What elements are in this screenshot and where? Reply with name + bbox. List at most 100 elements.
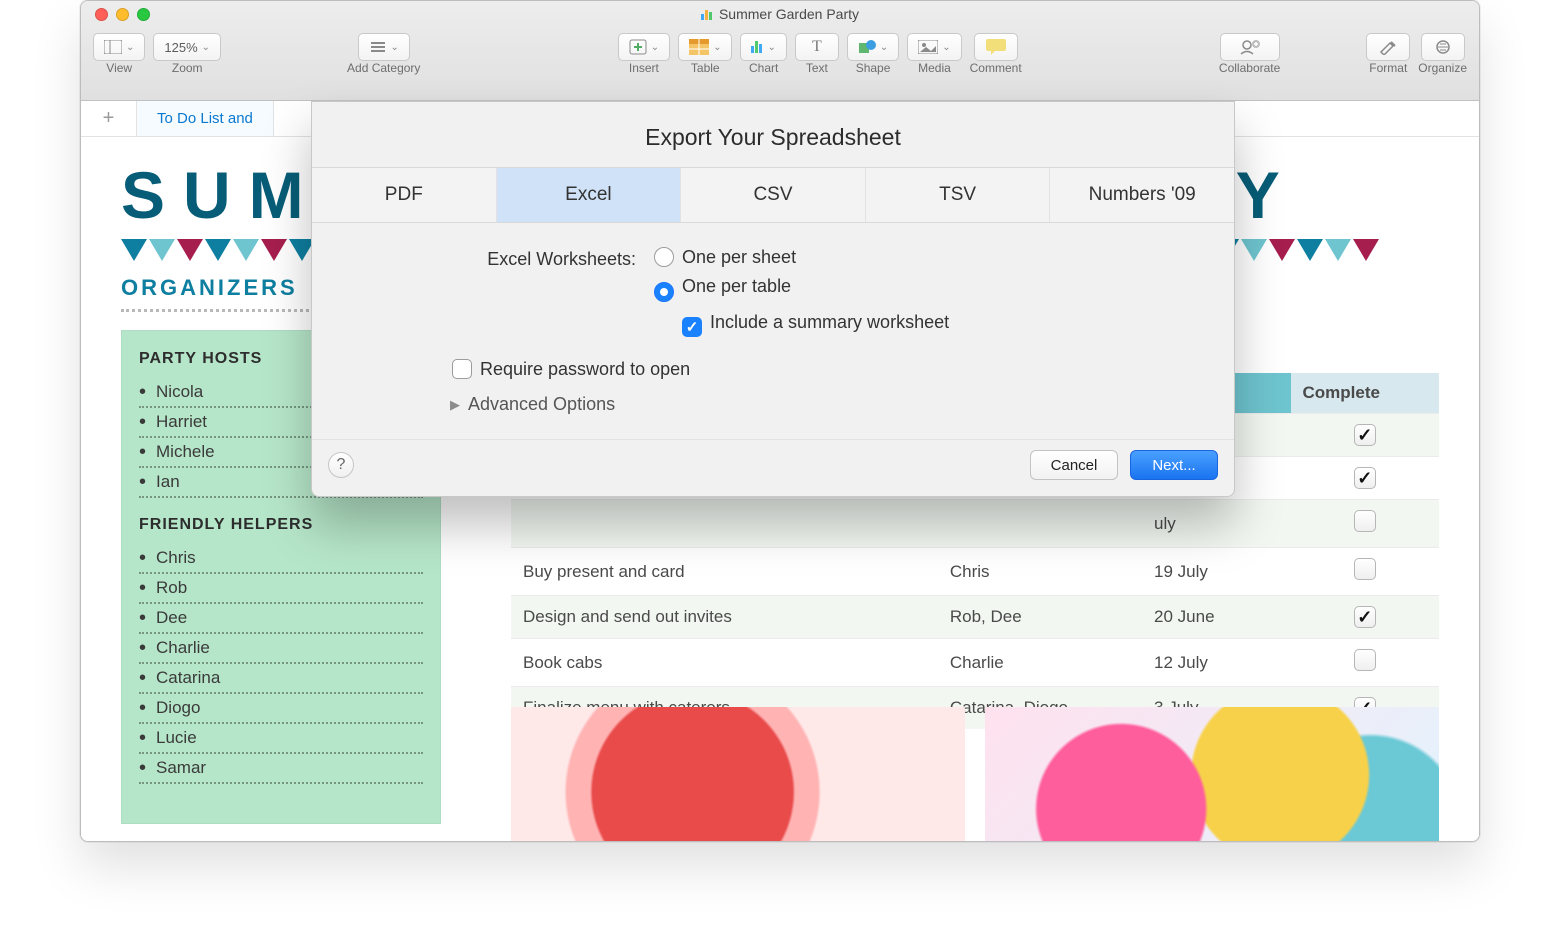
table-row[interactable]: uly [511, 500, 1439, 548]
radio-icon [654, 282, 674, 302]
add-sheet-button[interactable]: + [81, 101, 137, 136]
complete-checkbox[interactable] [1354, 649, 1376, 671]
text-button[interactable]: T [795, 33, 839, 61]
media-icon [918, 40, 938, 54]
table-row[interactable]: Design and send out invitesRob, Dee20 Ju… [511, 596, 1439, 639]
titlebar: Summer Garden Party ⌄ View 125% ⌄ [81, 1, 1479, 101]
bunting-flag [149, 239, 175, 261]
format-tab-excel[interactable]: Excel [497, 168, 682, 222]
radio-icon [654, 247, 674, 267]
format-tab-tsv[interactable]: TSV [866, 168, 1051, 222]
deadline-cell: uly [1142, 500, 1290, 548]
button-label: Next... [1152, 457, 1195, 474]
help-button[interactable]: ? [328, 452, 354, 478]
list-item: Chris [139, 544, 423, 574]
advanced-options-toggle[interactable]: ▶ Advanced Options [336, 380, 1210, 429]
who-cell: Chris [938, 548, 1142, 596]
collaborate-icon [1239, 39, 1261, 55]
image-row [511, 707, 1439, 842]
list-item: Diogo [139, 694, 423, 724]
sheet-tab[interactable]: To Do List and [137, 101, 274, 136]
list-icon [369, 40, 387, 54]
dialog-body: Excel Worksheets: One per sheet One per … [312, 223, 1234, 439]
comment-label: Comment [970, 61, 1022, 75]
next-button[interactable]: Next... [1130, 450, 1218, 480]
who-cell [938, 500, 1142, 548]
dialog-title: Export Your Spreadsheet [312, 102, 1234, 167]
format-label: Format [1369, 61, 1407, 75]
table-row[interactable]: Buy present and cardChris19 July [511, 548, 1439, 596]
format-tab-numbers09[interactable]: Numbers '09 [1050, 168, 1234, 222]
bunting-flag [1297, 239, 1323, 261]
format-button[interactable] [1366, 33, 1410, 61]
window-title: Summer Garden Party [81, 6, 1479, 22]
complete-checkbox[interactable] [1354, 606, 1376, 628]
deadline-cell: 12 July [1142, 639, 1290, 687]
format-tab-pdf[interactable]: PDF [312, 168, 497, 222]
comment-button[interactable] [974, 33, 1018, 61]
complete-checkbox[interactable] [1354, 467, 1376, 489]
password-checkbox[interactable]: Require password to open [336, 359, 1210, 380]
radio-one-per-table[interactable]: One per table [654, 276, 949, 302]
list-item: Lucie [139, 724, 423, 754]
shape-button[interactable]: ⌄ [847, 33, 899, 61]
bunting-flag [121, 239, 147, 261]
text-label: Text [806, 61, 828, 75]
document-icon [701, 8, 713, 20]
insert-label: Insert [629, 61, 659, 75]
worksheets-label: Excel Worksheets: [336, 247, 636, 270]
summary-checkbox[interactable]: Include a summary worksheet [682, 312, 949, 337]
collaborate-button[interactable] [1220, 33, 1280, 61]
cancel-button[interactable]: Cancel [1030, 450, 1118, 480]
zoom-button[interactable]: 125% ⌄ [153, 33, 221, 61]
export-dialog: Export Your Spreadsheet PDFExcelCSVTSVNu… [311, 101, 1235, 497]
chart-label: Chart [749, 61, 778, 75]
who-cell: Charlie [938, 639, 1142, 687]
task-cell [511, 500, 938, 548]
complete-cell [1291, 596, 1440, 639]
image-placeholder[interactable] [985, 707, 1439, 842]
checkbox-icon [452, 359, 472, 379]
table-label: Table [691, 61, 720, 75]
media-button[interactable]: ⌄ [907, 33, 961, 61]
table-button[interactable]: ⌄ [678, 33, 732, 61]
bunting-flag [177, 239, 203, 261]
zoom-value: 125% [164, 40, 197, 55]
helpers-heading: FRIENDLY HELPERS [139, 516, 423, 534]
collaborate-label: Collaborate [1219, 61, 1280, 75]
list-item: Rob [139, 574, 423, 604]
organize-button[interactable] [1421, 33, 1465, 61]
complete-cell [1291, 639, 1440, 687]
complete-cell [1291, 500, 1440, 548]
list-item: Samar [139, 754, 423, 784]
add-category-button[interactable]: ⌄ [358, 33, 410, 61]
insert-button[interactable]: ⌄ [618, 33, 670, 61]
complete-checkbox[interactable] [1354, 424, 1376, 446]
disclosure-triangle-icon: ▶ [450, 397, 460, 413]
organize-label: Organize [1418, 61, 1467, 75]
radio-label: One per table [682, 276, 791, 296]
window-title-text: Summer Garden Party [719, 6, 859, 22]
button-label: Cancel [1051, 457, 1098, 474]
image-placeholder[interactable] [511, 707, 965, 842]
view-button[interactable]: ⌄ [93, 33, 145, 61]
bunting-flag [1325, 239, 1351, 261]
deadline-cell: 20 June [1142, 596, 1290, 639]
brush-icon [1378, 39, 1398, 55]
bunting-flag [261, 239, 287, 261]
format-tab-csv[interactable]: CSV [681, 168, 866, 222]
complete-cell [1291, 457, 1440, 500]
bunting-flag [1353, 239, 1379, 261]
complete-checkbox[interactable] [1354, 510, 1376, 532]
task-cell: Book cabs [511, 639, 938, 687]
bunting-flag [1269, 239, 1295, 261]
chart-button[interactable]: ⌄ [740, 33, 786, 61]
table-row[interactable]: Book cabsCharlie12 July [511, 639, 1439, 687]
panels-icon [104, 40, 122, 54]
radio-one-per-sheet[interactable]: One per sheet [654, 247, 949, 268]
checkbox-label: Include a summary worksheet [710, 312, 949, 332]
format-tabs: PDFExcelCSVTSVNumbers '09 [312, 167, 1234, 223]
complete-checkbox[interactable] [1354, 558, 1376, 580]
list-item: Dee [139, 604, 423, 634]
toolbar: ⌄ View 125% ⌄ Zoom [81, 27, 1479, 100]
